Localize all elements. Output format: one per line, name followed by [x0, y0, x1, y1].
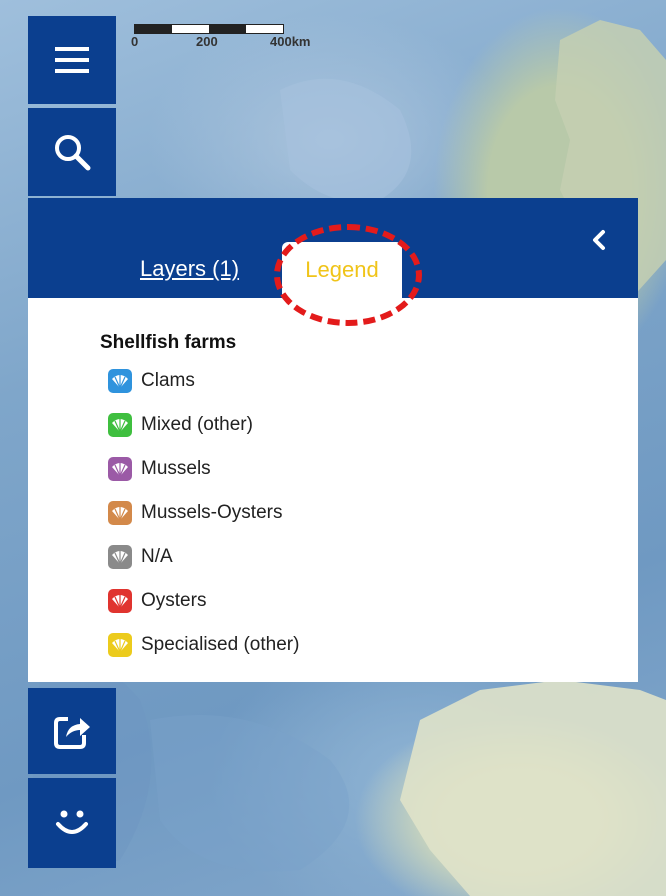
scale-label-200: 200	[196, 34, 218, 49]
legend-item-label: Specialised (other)	[141, 634, 300, 655]
legend-panel: Shellfish farms Clams Mixed (other) Mussel…	[28, 298, 638, 682]
legend-item-label: N/A	[141, 546, 173, 567]
legend-item-label: Oysters	[141, 590, 207, 611]
tab-layers[interactable]: Layers (1)	[140, 256, 239, 282]
shellfish-icon	[108, 545, 132, 569]
search-button[interactable]	[28, 108, 116, 196]
hamburger-menu-icon	[55, 47, 89, 73]
legend-item: Mussels	[108, 454, 211, 484]
smiley-icon	[56, 810, 88, 834]
shellfish-icon	[108, 589, 132, 613]
share-button[interactable]	[28, 688, 116, 774]
collapse-panel-button[interactable]	[588, 228, 612, 252]
share-icon	[54, 717, 90, 749]
legend-item-label: Mussels	[141, 458, 211, 479]
menu-button[interactable]	[28, 16, 116, 104]
shellfish-icon	[108, 413, 132, 437]
annotation-highlight	[274, 224, 422, 326]
legend-item: Mixed (other)	[108, 410, 253, 440]
shellfish-icon	[108, 633, 132, 657]
scale-bar: 0 200 400km	[131, 24, 310, 50]
feedback-button[interactable]	[28, 778, 116, 868]
scale-label-0: 0	[131, 34, 139, 49]
chevron-left-icon	[593, 230, 605, 250]
legend-item: Clams	[108, 366, 195, 396]
shellfish-icon	[108, 457, 132, 481]
legend-item-label: Mixed (other)	[141, 414, 253, 435]
search-icon	[55, 135, 91, 171]
legend-title: Shellfish farms	[100, 332, 237, 353]
legend-item-label: Mussels-Oysters	[141, 502, 283, 523]
legend-item: Oysters	[108, 586, 206, 616]
legend-item: Mussels-Oysters	[108, 498, 282, 528]
shellfish-icon	[108, 369, 132, 393]
legend-item: Specialised (other)	[108, 630, 299, 660]
scale-label-400: 400km	[270, 34, 311, 49]
scale-bar-graphic	[134, 24, 284, 34]
legend-item: N/A	[108, 542, 173, 572]
shellfish-icon	[108, 501, 132, 525]
legend-item-label: Clams	[141, 370, 195, 391]
